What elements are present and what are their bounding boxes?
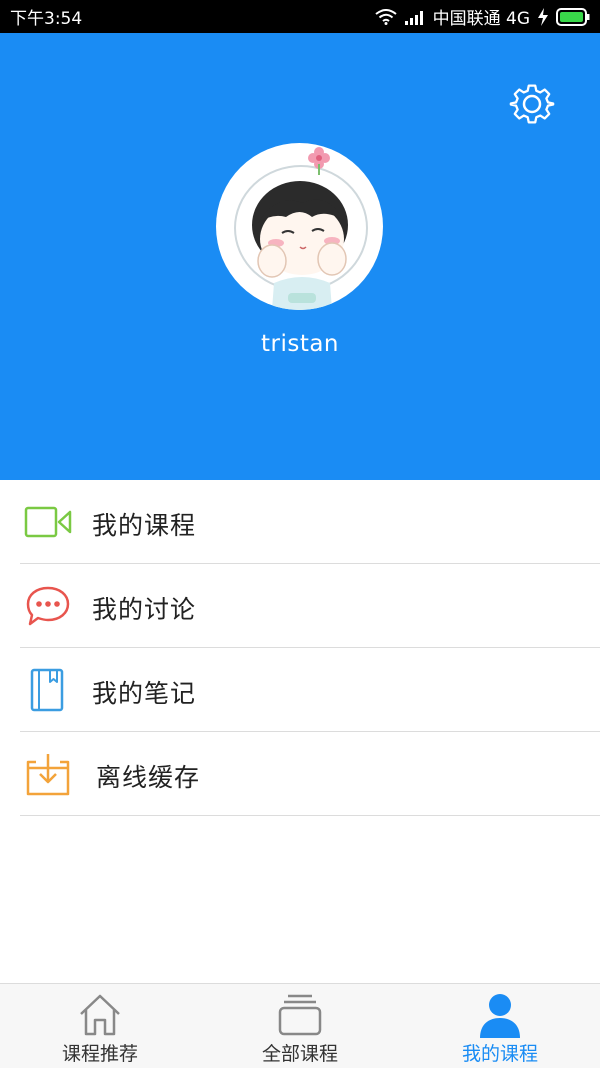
avatar-illustration: [234, 147, 368, 310]
menu-item-label: 我的讨论: [92, 595, 197, 624]
avatar[interactable]: [216, 143, 383, 310]
signal-icon: [404, 9, 426, 25]
tab-label: 课程推荐: [61, 1043, 138, 1065]
carrier-label: 中国联通 4G: [432, 9, 530, 29]
tab-course-recommend[interactable]: 课程推荐: [0, 984, 200, 1068]
notebook-icon: [24, 668, 72, 712]
wifi-icon: [374, 8, 397, 25]
status-time: 下午3:54: [10, 9, 83, 29]
menu-item-label: 我的课程: [92, 511, 197, 540]
profile-menu: 我的课程 我的讨论 我的笔记 离线缓存: [0, 480, 600, 816]
download-box-icon: [24, 752, 72, 796]
tab-label: 我的课程: [461, 1043, 538, 1065]
menu-item-my-discussions[interactable]: 我的讨论: [20, 564, 600, 648]
status-indicators: 中国联通 4G: [374, 4, 590, 29]
tab-all-courses[interactable]: 全部课程: [200, 984, 400, 1068]
menu-item-my-courses[interactable]: 我的课程: [20, 480, 600, 564]
menu-item-offline-cache[interactable]: 离线缓存: [20, 732, 600, 816]
home-icon: [80, 994, 120, 1036]
chat-bubble-icon: [24, 584, 72, 628]
menu-item-label: 我的笔记: [92, 679, 197, 708]
stack-icon: [278, 994, 322, 1036]
charging-icon: [537, 7, 549, 26]
video-camera-icon: [24, 500, 72, 544]
settings-button[interactable]: [508, 80, 556, 128]
username: tristan: [260, 331, 340, 357]
tab-label: 全部课程: [261, 1043, 338, 1065]
menu-item-label: 离线缓存: [96, 763, 201, 792]
battery-icon: [556, 7, 590, 26]
bottom-nav: 课程推荐 全部课程 我的课程: [0, 983, 600, 1068]
gear-icon: [509, 84, 555, 124]
tab-my-courses[interactable]: 我的课程: [400, 984, 600, 1068]
profile-header: tristan: [0, 33, 600, 480]
menu-item-my-notes[interactable]: 我的笔记: [20, 648, 600, 732]
status-bar: 下午3:54 中国联通 4G: [0, 0, 600, 33]
user-icon: [480, 994, 520, 1038]
